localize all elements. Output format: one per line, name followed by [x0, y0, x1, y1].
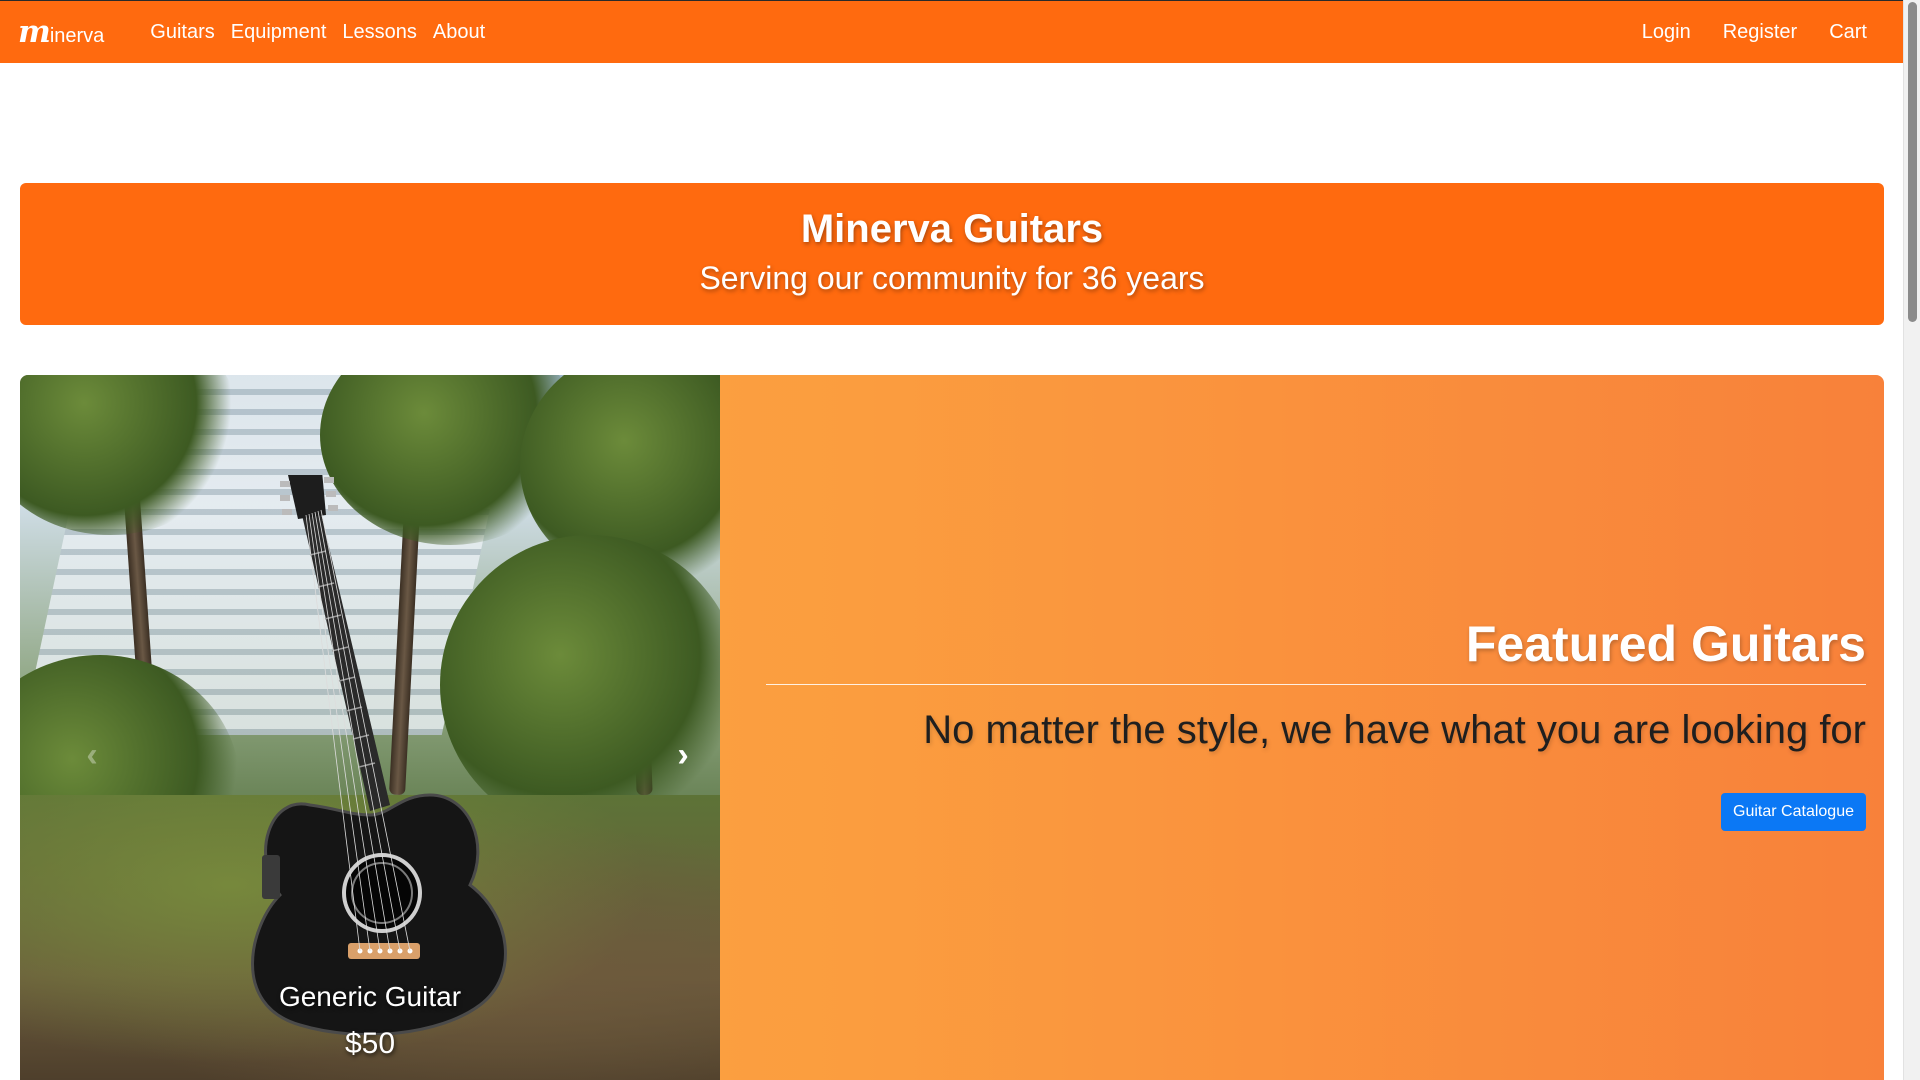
- featured-title: Featured Guitars: [1465, 616, 1866, 672]
- featured-section: Generic Guitar $50 ‹ › Featured Guitars …: [20, 375, 1884, 1080]
- guitar-carousel[interactable]: Generic Guitar $50 ‹ ›: [20, 375, 720, 1080]
- featured-divider: [766, 684, 1866, 685]
- brand-logo-text: inerva: [49, 24, 105, 47]
- nav-link-lessons[interactable]: Lessons: [334, 21, 425, 44]
- nav-link-equipment[interactable]: Equipment: [223, 21, 335, 44]
- nav-link-about[interactable]: About: [425, 21, 493, 44]
- carousel-prev-button[interactable]: ‹: [72, 735, 112, 775]
- hero-subtitle: Serving our community for 36 years: [699, 260, 1205, 296]
- nav-link-guitars[interactable]: Guitars: [142, 21, 222, 44]
- hero-banner: Minerva Guitars Serving our community fo…: [20, 183, 1884, 325]
- carousel-caption-price: $50: [344, 1027, 396, 1060]
- acoustic-guitar-image: [251, 475, 507, 1035]
- featured-text-panel: Featured Guitars No matter the style, we…: [766, 375, 1866, 1080]
- carousel-caption-name: Generic Guitar: [278, 981, 462, 1012]
- chevron-left-icon: ‹: [86, 735, 98, 774]
- brand-logo[interactable]: m inerva: [18, 13, 105, 50]
- page-scrollbar[interactable]: [1903, 0, 1920, 1080]
- account-nav: Login Register Cart: [1626, 21, 1883, 44]
- nav-link-register[interactable]: Register: [1707, 21, 1813, 44]
- primary-nav: Guitars Equipment Lessons About: [142, 21, 493, 44]
- nav-link-cart[interactable]: Cart: [1813, 21, 1883, 44]
- nav-link-login[interactable]: Login: [1626, 21, 1707, 44]
- carousel-next-button[interactable]: ›: [663, 735, 703, 775]
- guitar-catalogue-button[interactable]: Guitar Catalogue: [1721, 793, 1866, 831]
- chevron-right-icon: ›: [677, 735, 689, 774]
- featured-subtitle: No matter the style, we have what you ar…: [923, 708, 1866, 752]
- hero-title: Minerva Guitars: [800, 207, 1104, 251]
- brand-logo-mark: m: [18, 13, 51, 50]
- top-navbar: m inerva Guitars Equipment Lessons About…: [0, 0, 1903, 63]
- scrollbar-thumb[interactable]: [1908, 2, 1917, 322]
